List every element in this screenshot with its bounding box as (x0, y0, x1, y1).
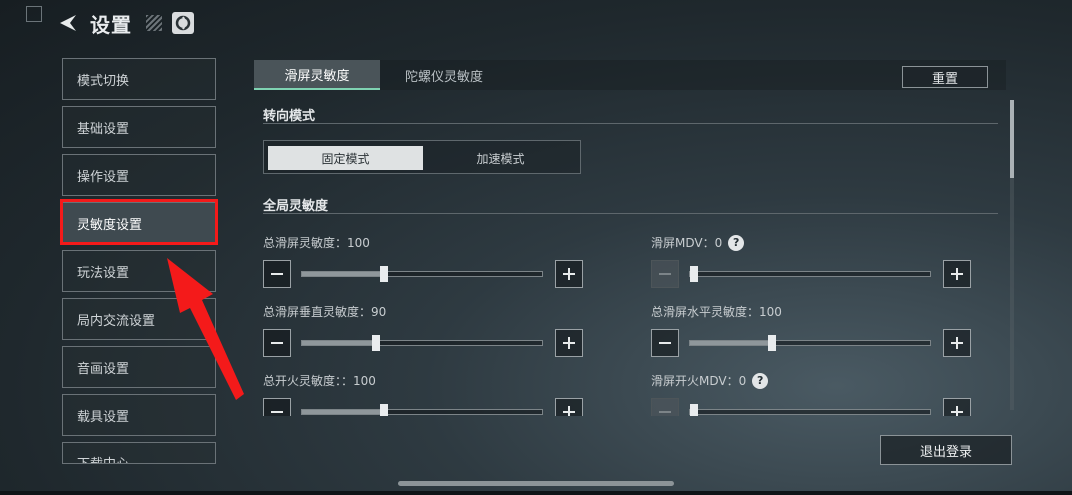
slider-thumb[interactable] (379, 266, 388, 282)
sidebar-item-label: 音画设置 (77, 361, 130, 377)
section-divider (263, 123, 998, 124)
slider-swipe-fire-mdv: 滑屏开火MDV：0? (651, 372, 971, 416)
sidebar-item-download-center[interactable]: 下载中心 (62, 442, 216, 464)
minus-icon (659, 411, 671, 413)
sidebar-item-sensitivity[interactable]: 灵敏度设置 (62, 202, 216, 244)
sidebar-item-label: 模式切换 (77, 73, 130, 89)
panel-scrollbar[interactable] (1010, 100, 1014, 410)
plus-icon (951, 268, 963, 280)
slider-fill (302, 341, 377, 345)
slider-fill (302, 272, 384, 276)
slider-thumb[interactable] (690, 404, 698, 416)
slider-label: 滑屏MDV：0? (651, 234, 745, 251)
slider-track[interactable] (689, 266, 931, 282)
page-title: 设置 (90, 12, 132, 37)
minus-icon (271, 411, 283, 413)
slider-fill (302, 410, 384, 414)
slider-label: 滑屏开火MDV：0? (651, 372, 769, 389)
stripe-divider (146, 15, 162, 31)
logout-button[interactable]: 退出登录 (880, 435, 1012, 465)
help-icon[interactable]: ? (728, 234, 745, 251)
slider-thumb[interactable] (690, 266, 698, 282)
increase-button[interactable] (943, 398, 971, 416)
home-indicator[interactable] (398, 481, 674, 486)
plus-icon (951, 337, 963, 349)
slider-thumb[interactable] (372, 335, 381, 351)
accel-mode-option[interactable]: 加速模式 (423, 146, 578, 170)
slider-label: 总滑屏垂直灵敏度：90 (263, 305, 387, 319)
decrease-button[interactable] (651, 398, 679, 416)
slider-thumb[interactable] (379, 404, 388, 416)
plus-icon (951, 406, 963, 416)
increase-button[interactable] (555, 260, 583, 288)
minus-icon (271, 342, 283, 344)
slider-total-vertical: 总滑屏垂直灵敏度：90 (263, 303, 583, 369)
minus-icon (659, 342, 671, 344)
slider-track[interactable] (689, 404, 931, 416)
help-icon[interactable]: ? (752, 372, 769, 389)
decrease-button[interactable] (263, 260, 291, 288)
minus-icon (659, 273, 671, 275)
sidebar-item-label: 灵敏度设置 (77, 217, 143, 233)
increase-button[interactable] (943, 329, 971, 357)
corner-checkbox (26, 6, 42, 22)
game-logo-icon (172, 12, 194, 34)
slider-total-horizontal: 总滑屏水平灵敏度：100 (651, 303, 971, 369)
sidebar-item-label: 玩法设置 (77, 265, 130, 281)
slider-label: 总开火灵敏度：：100 (263, 374, 376, 388)
tabs-bar: 滑屏灵敏度 陀螺仪灵敏度 重置 (254, 60, 1006, 90)
sidebar-item-basic[interactable]: 基础设置 (62, 106, 216, 148)
turn-mode-title: 转向模式 (263, 109, 316, 124)
plus-icon (563, 268, 575, 280)
plus-icon (563, 337, 575, 349)
sidebar-item-mode-switch[interactable]: 模式切换 (62, 58, 216, 100)
slider-swipe-mdv: 滑屏MDV：0? (651, 234, 971, 300)
fixed-mode-option[interactable]: 固定模式 (268, 146, 423, 170)
slider-fill (690, 341, 772, 345)
slider-track[interactable] (301, 335, 543, 351)
increase-button[interactable] (555, 329, 583, 357)
sidebar-item-label: 操作设置 (77, 169, 130, 185)
tab-gyro-sensitivity[interactable]: 陀螺仪灵敏度 (380, 60, 508, 90)
section-divider (263, 213, 998, 214)
annotation-arrow (167, 258, 244, 400)
slider-thumb[interactable] (767, 335, 776, 351)
sidebar-item-label: 载具设置 (77, 409, 130, 425)
global-sensitivity-title: 全局灵敏度 (263, 199, 329, 214)
sidebar-item-label: 基础设置 (77, 121, 130, 137)
tab-swipe-sensitivity[interactable]: 滑屏灵敏度 (254, 60, 380, 90)
sidebar-item-controls[interactable]: 操作设置 (62, 154, 216, 196)
back-arrow-icon[interactable] (56, 11, 80, 35)
slider-total-swipe: 总滑屏灵敏度：100 (263, 234, 583, 300)
increase-button[interactable] (943, 260, 971, 288)
decrease-button[interactable] (263, 329, 291, 357)
reset-button[interactable]: 重置 (902, 66, 988, 88)
scrollbar-thumb[interactable] (1010, 100, 1014, 178)
decrease-button[interactable] (651, 260, 679, 288)
sidebar-item-label: 局内交流设置 (77, 313, 156, 329)
sidebar-item-label: 下载中心 (77, 453, 129, 463)
turn-mode-selector: 固定模式 加速模式 (263, 140, 581, 174)
bottom-bar (0, 491, 1072, 495)
slider-track[interactable] (301, 266, 543, 282)
increase-button[interactable] (555, 398, 583, 416)
slider-total-fire: 总开火灵敏度：：100 (263, 372, 583, 416)
header: 设置 (56, 8, 194, 38)
slider-track[interactable] (689, 335, 931, 351)
slider-label: 总滑屏水平灵敏度：100 (651, 305, 782, 319)
slider-track[interactable] (301, 404, 543, 416)
decrease-button[interactable] (263, 398, 291, 416)
slider-label: 总滑屏灵敏度：100 (263, 236, 370, 250)
plus-icon (563, 406, 575, 416)
minus-icon (271, 273, 283, 275)
decrease-button[interactable] (651, 329, 679, 357)
